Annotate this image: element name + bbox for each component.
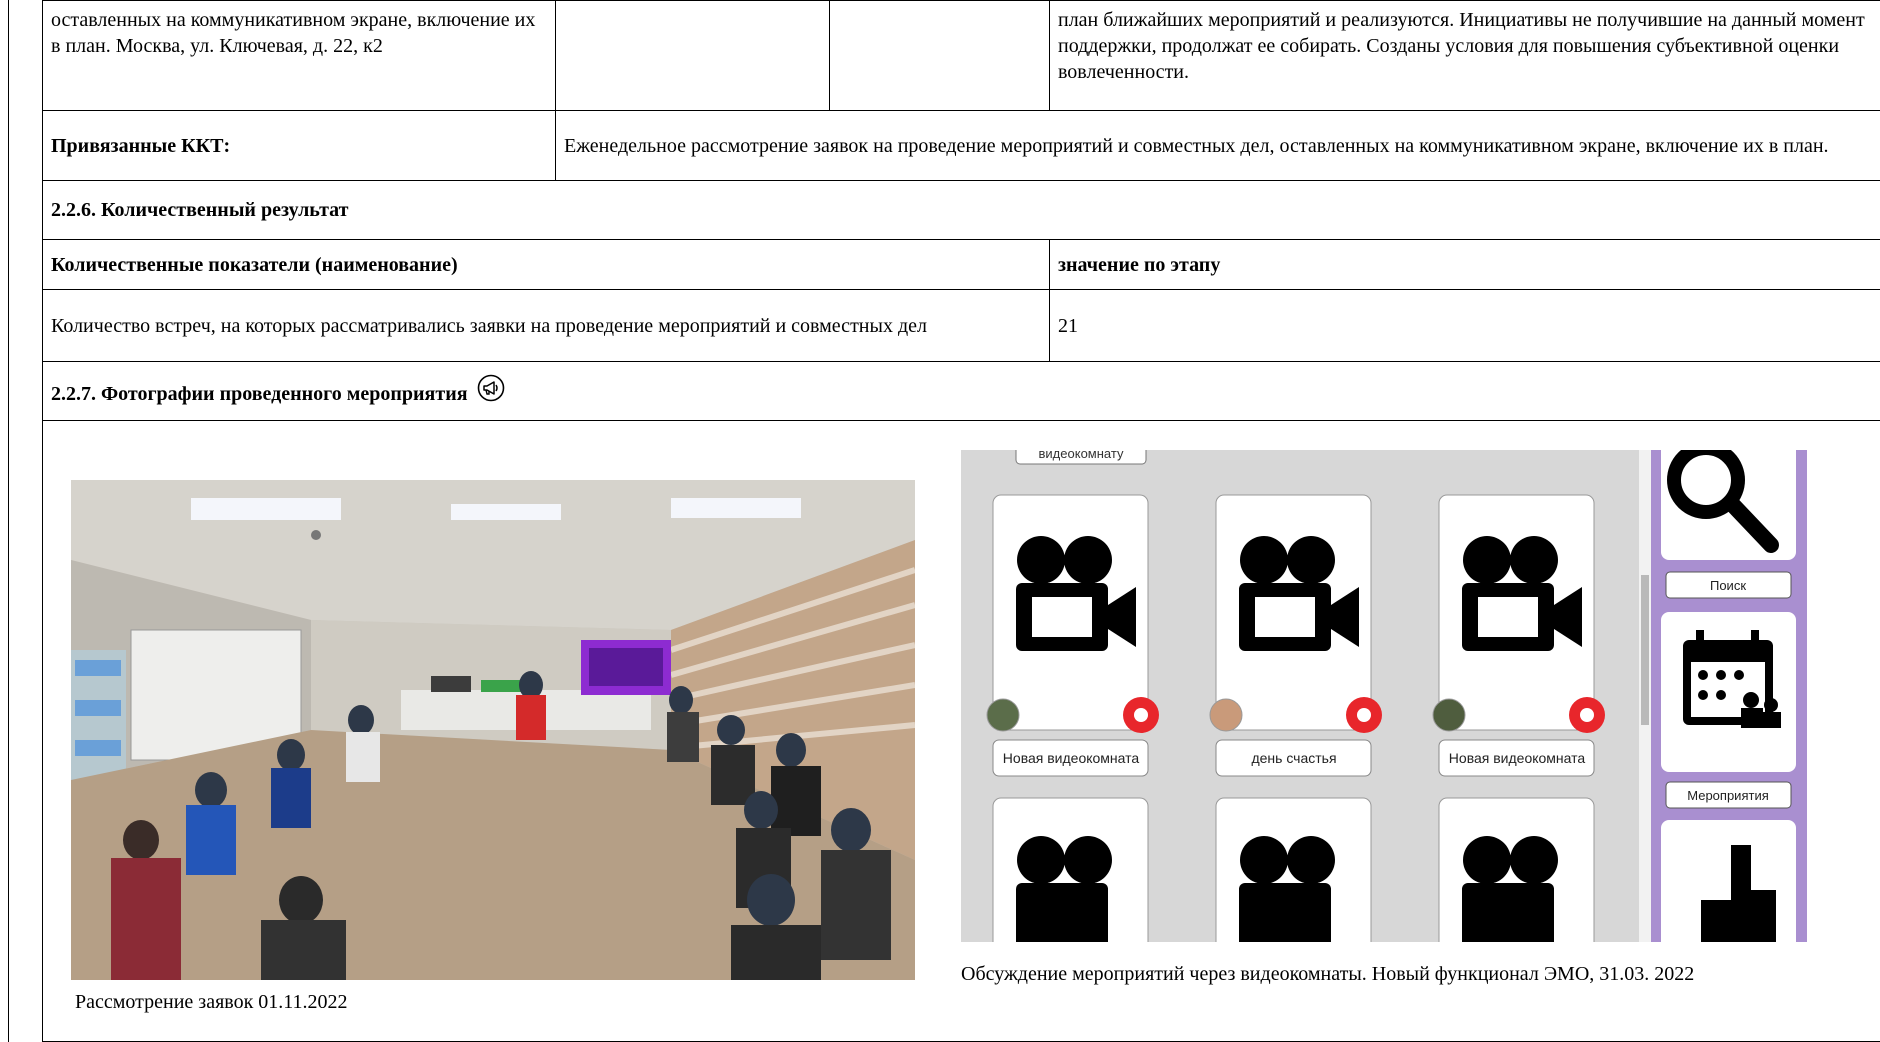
scrollbar-thumb: [1641, 575, 1649, 725]
empty-cell-2: [829, 0, 1050, 111]
linked-kkt-label: Привязанные ККТ:: [42, 110, 556, 181]
quant-header-value: значение по этапу: [1049, 239, 1880, 290]
quant-header-name: Количественные показатели (наименование): [42, 239, 1050, 290]
video-rooms-screenshot: видеокомнату Новая видеокомната день сча…: [961, 450, 1807, 942]
tile-label-2: день счастья: [1251, 750, 1336, 766]
section-227-cell: 2.2.7. Фотографии проведенного мероприят…: [42, 361, 1880, 421]
report-table: оставленных на коммуникативном экране, в…: [42, 0, 1880, 1042]
empty-cell-1: [555, 0, 830, 111]
quant-header-row: Количественные показатели (наименование)…: [42, 239, 1880, 290]
top-left-cell: оставленных на коммуникативном экране, в…: [42, 0, 556, 111]
section-226-row: 2.2.6. Количественный результат: [42, 180, 1880, 240]
section-227-title: 2.2.7. Фотографии проведенного мероприят…: [51, 382, 468, 405]
top-row: оставленных на коммуникативном экране, в…: [42, 0, 1880, 111]
quant-row: Количество встреч, на которых рассматрив…: [42, 289, 1880, 362]
tile-label-1: Новая видеокомната: [1003, 750, 1140, 766]
ceiling-light: [191, 498, 341, 520]
tile-label-3: Новая видеокомната: [1449, 750, 1586, 766]
photo-caption-1: Рассмотрение заявок 01.11.2022: [75, 991, 348, 1013]
quant-row-value: 21: [1049, 289, 1880, 362]
side-label-search: Поиск: [1710, 578, 1746, 593]
photos-cell: Рассмотрение заявок 01.11.2022 видеокомн…: [42, 420, 1880, 1042]
section-227-row: 2.2.7. Фотографии проведенного мероприят…: [42, 361, 1880, 421]
top-right-cell: план ближайших мероприятий и реализуются…: [1049, 0, 1880, 111]
meeting-photo: [71, 480, 915, 980]
section-226-title: 2.2.6. Количественный результат: [42, 180, 1880, 240]
photos-row: Рассмотрение заявок 01.11.2022 видеокомн…: [42, 420, 1880, 1042]
megaphone-icon: [477, 374, 505, 409]
linked-kkt-row: Привязанные ККТ: Еженедельное рассмотрен…: [42, 110, 1880, 181]
photo-caption-2: Обсуждение мероприятий через видеокомнат…: [961, 963, 1695, 985]
quant-row-name: Количество встреч, на которых рассматрив…: [42, 289, 1050, 362]
linked-kkt-value: Еженедельное рассмотрение заявок на пров…: [555, 110, 1880, 181]
side-label-events: Мероприятия: [1687, 788, 1769, 803]
left-margin-line: [8, 0, 9, 1042]
top-partial-label: видеокомнату: [1039, 450, 1124, 461]
